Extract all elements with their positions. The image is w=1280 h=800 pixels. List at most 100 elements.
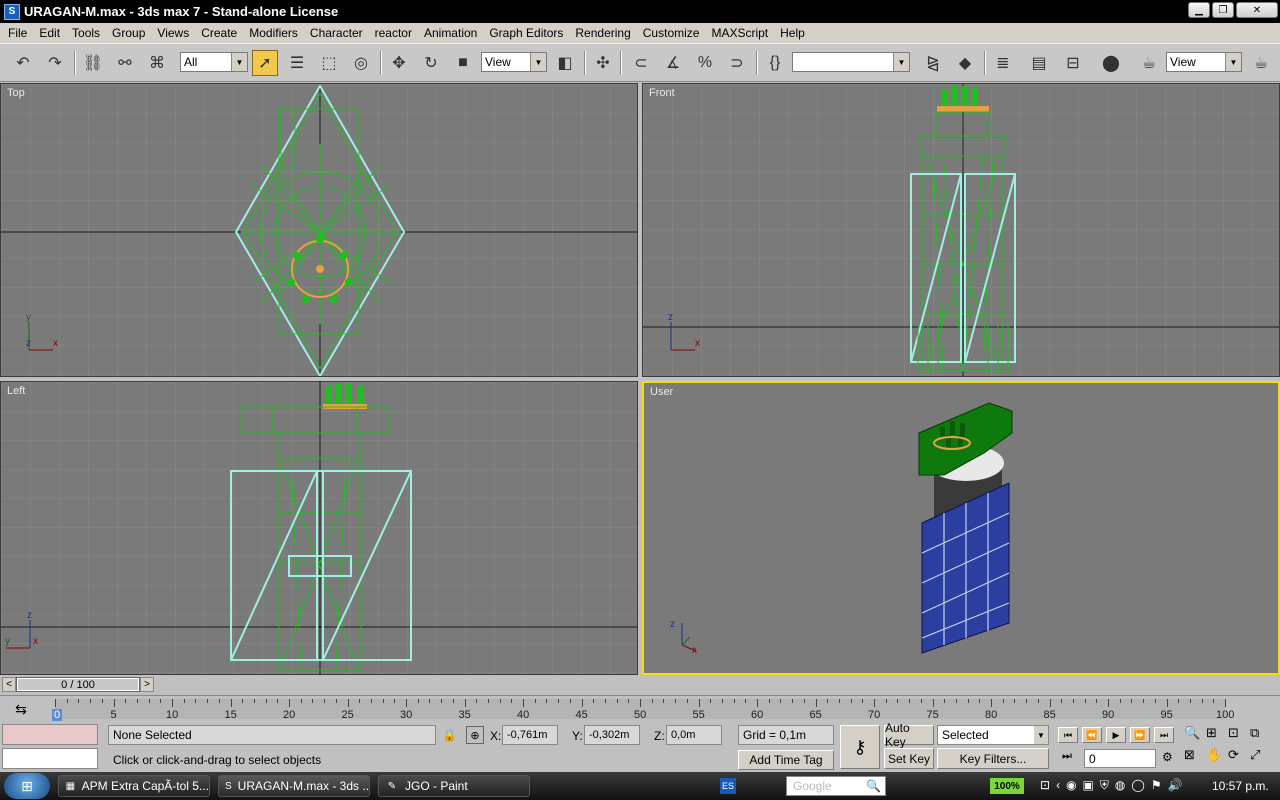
menu-reactor[interactable]: reactor [369, 26, 418, 40]
start-button[interactable]: ⊞ [4, 773, 50, 799]
named-selection-dropdown[interactable]: ▼ [792, 52, 910, 72]
select-and-scale-icon[interactable]: ■ [450, 50, 476, 76]
viewport-label-left[interactable]: Left [7, 385, 25, 397]
previous-frame-icon[interactable]: ⏪ [1082, 727, 1102, 743]
spinner-snap-icon[interactable]: ⊃ [724, 50, 750, 76]
viewport-label-user[interactable]: User [650, 386, 673, 398]
set-key-icon[interactable]: ⚷ [840, 725, 880, 769]
viewport-label-front[interactable]: Front [649, 87, 675, 99]
key-filters-button[interactable]: Key Filters... [937, 748, 1049, 769]
menu-create[interactable]: Create [195, 26, 243, 40]
zoom-all-icon[interactable]: ⊞ [1206, 725, 1228, 747]
taskbar-item-apm[interactable]: ▦ APM Extra CapÃ-tol 5... [58, 775, 210, 797]
rectangular-selection-icon[interactable]: ⬚ [316, 50, 342, 76]
set-key-button[interactable]: Set Key [884, 748, 934, 769]
menu-views[interactable]: Views [151, 26, 195, 40]
use-pivot-center-icon[interactable]: ◧ [552, 50, 578, 76]
edit-named-selection-icon[interactable]: {} [762, 50, 788, 76]
menu-character[interactable]: Character [304, 26, 369, 40]
taskbar-item-3dsmax[interactable]: S URAGAN-M.max - 3ds ... [218, 775, 370, 797]
minimize-button[interactable]: ▁ [1188, 2, 1210, 18]
render-view-dropdown[interactable]: View ▼ [1166, 52, 1242, 72]
field-of-view-icon[interactable]: ⊠ [1184, 747, 1206, 769]
language-indicator[interactable]: ES [720, 778, 736, 794]
search-icon[interactable]: 🔍 [866, 779, 881, 793]
menu-file[interactable]: File [2, 26, 33, 40]
redo-icon[interactable]: ↷ [42, 50, 68, 76]
select-object-icon[interactable]: ➚ [252, 50, 278, 76]
maximize-viewport-icon[interactable]: ⤢ [1250, 747, 1272, 769]
z-coordinate-field[interactable]: 0,0m [666, 725, 722, 745]
viewport-user[interactable]: User z x [642, 381, 1280, 675]
reference-coordinate-dropdown[interactable]: View ▼ [481, 52, 547, 72]
menu-customize[interactable]: Customize [637, 26, 706, 40]
select-and-link-icon[interactable]: ⛓ [80, 50, 106, 76]
snaps-toggle-icon[interactable]: ⊂ [628, 50, 654, 76]
max-script-listener-mini[interactable] [2, 724, 98, 745]
restore-button[interactable]: ❐ [1212, 2, 1234, 18]
opera-icon[interactable]: ◯ [1131, 778, 1144, 793]
menu-maxscript[interactable]: MAXScript [705, 26, 774, 40]
firefox-icon[interactable]: ◉ [1066, 778, 1076, 793]
percent-snap-icon[interactable]: % [692, 50, 718, 76]
shield-icon[interactable]: ⛨ [1100, 778, 1109, 793]
menu-graph-editors[interactable]: Graph Editors [483, 26, 569, 40]
play-icon[interactable]: ▶ [1106, 727, 1126, 743]
unlink-selection-icon[interactable]: ⚯ [112, 50, 138, 76]
select-and-rotate-icon[interactable]: ↻ [418, 50, 444, 76]
key-mode-dropdown[interactable]: Selected ▼ [937, 725, 1049, 745]
viewport-front[interactable]: Front z x [642, 83, 1280, 377]
arc-rotate-icon[interactable]: ⟳ [1228, 747, 1250, 769]
zoom-level-badge[interactable]: 100% [990, 778, 1024, 794]
select-by-name-icon[interactable]: ☰ [284, 50, 310, 76]
menu-modifiers[interactable]: Modifiers [243, 26, 304, 40]
pan-view-icon[interactable]: ✋ [1206, 747, 1228, 769]
chrome-icon[interactable]: ◍ [1115, 778, 1125, 793]
selection-filter-dropdown[interactable]: All ▼ [180, 52, 248, 72]
time-configuration-icon[interactable]: ⚙ [1162, 750, 1173, 764]
menu-tools[interactable]: Tools [66, 26, 106, 40]
material-editor-icon[interactable]: ⬤ [1098, 50, 1124, 76]
render-scene-icon[interactable]: ☕ [1136, 50, 1162, 76]
mirror-icon[interactable]: ⧎ [920, 50, 946, 76]
menu-rendering[interactable]: Rendering [569, 26, 636, 40]
zoom-icon[interactable]: 🔍 [1184, 725, 1206, 747]
select-and-manipulate-icon[interactable]: ✣ [590, 50, 616, 76]
clock[interactable]: 10:57 p.m. [1212, 779, 1269, 793]
google-search-box[interactable]: Google 🔍 [786, 776, 886, 796]
viewport-top[interactable]: Top y z x [0, 83, 638, 377]
y-coordinate-field[interactable]: -0,302m [584, 725, 640, 745]
absolute-mode-transform-icon[interactable]: ⊕ [466, 726, 484, 744]
taskbar-item-paint[interactable]: ✎ JGO - Paint [378, 775, 530, 797]
time-slider-next-button[interactable]: > [140, 677, 154, 692]
close-button[interactable]: ✕ [1236, 2, 1278, 18]
next-frame-icon[interactable]: ⏩ [1130, 727, 1150, 743]
angle-snap-icon[interactable]: ∡ [660, 50, 686, 76]
menu-group[interactable]: Group [106, 26, 151, 40]
current-frame-field[interactable]: 0 [1084, 749, 1156, 768]
volume-icon[interactable]: 🔊 [1168, 778, 1183, 793]
curve-editor-icon[interactable]: ▤ [1026, 50, 1052, 76]
menu-animation[interactable]: Animation [418, 26, 483, 40]
track-bar-timeline[interactable]: 0 5 10 15 20 25 30 35 40 45 50 55 60 65 70 75 80 85 90 95 10… [52, 699, 1234, 721]
undo-icon[interactable]: ↶ [10, 50, 36, 76]
chevron-left-icon[interactable]: ‹ [1056, 778, 1060, 793]
schematic-view-icon[interactable]: ⊟ [1060, 50, 1086, 76]
add-time-tag-button[interactable]: Add Time Tag [738, 750, 834, 770]
pdf-icon[interactable]: ▣ [1083, 778, 1094, 793]
time-slider-thumb[interactable]: 0 / 100 [17, 678, 139, 691]
network-icon[interactable]: ⊡ [1040, 778, 1050, 793]
zoom-extents-all-icon[interactable]: ⧉ [1250, 725, 1272, 747]
window-crossing-icon[interactable]: ◎ [348, 50, 374, 76]
max-script-input-mini[interactable] [2, 748, 98, 769]
viewport-left[interactable]: Left z y x [0, 381, 638, 675]
go-to-end-icon[interactable]: ⏭ [1154, 727, 1174, 743]
go-to-start-icon[interactable]: ⏮ [1058, 727, 1078, 743]
key-mode-toggle-icon[interactable]: ⏭ [1062, 750, 1072, 763]
x-coordinate-field[interactable]: -0,761m [502, 725, 558, 745]
zoom-extents-icon[interactable]: ⊡ [1228, 725, 1250, 747]
flag-icon[interactable]: ⚑ [1151, 778, 1162, 793]
lock-selection-icon[interactable]: 🔒 [442, 728, 457, 742]
align-icon[interactable]: ◆ [952, 50, 978, 76]
3dsmax-app-icon[interactable]: S [4, 3, 20, 20]
